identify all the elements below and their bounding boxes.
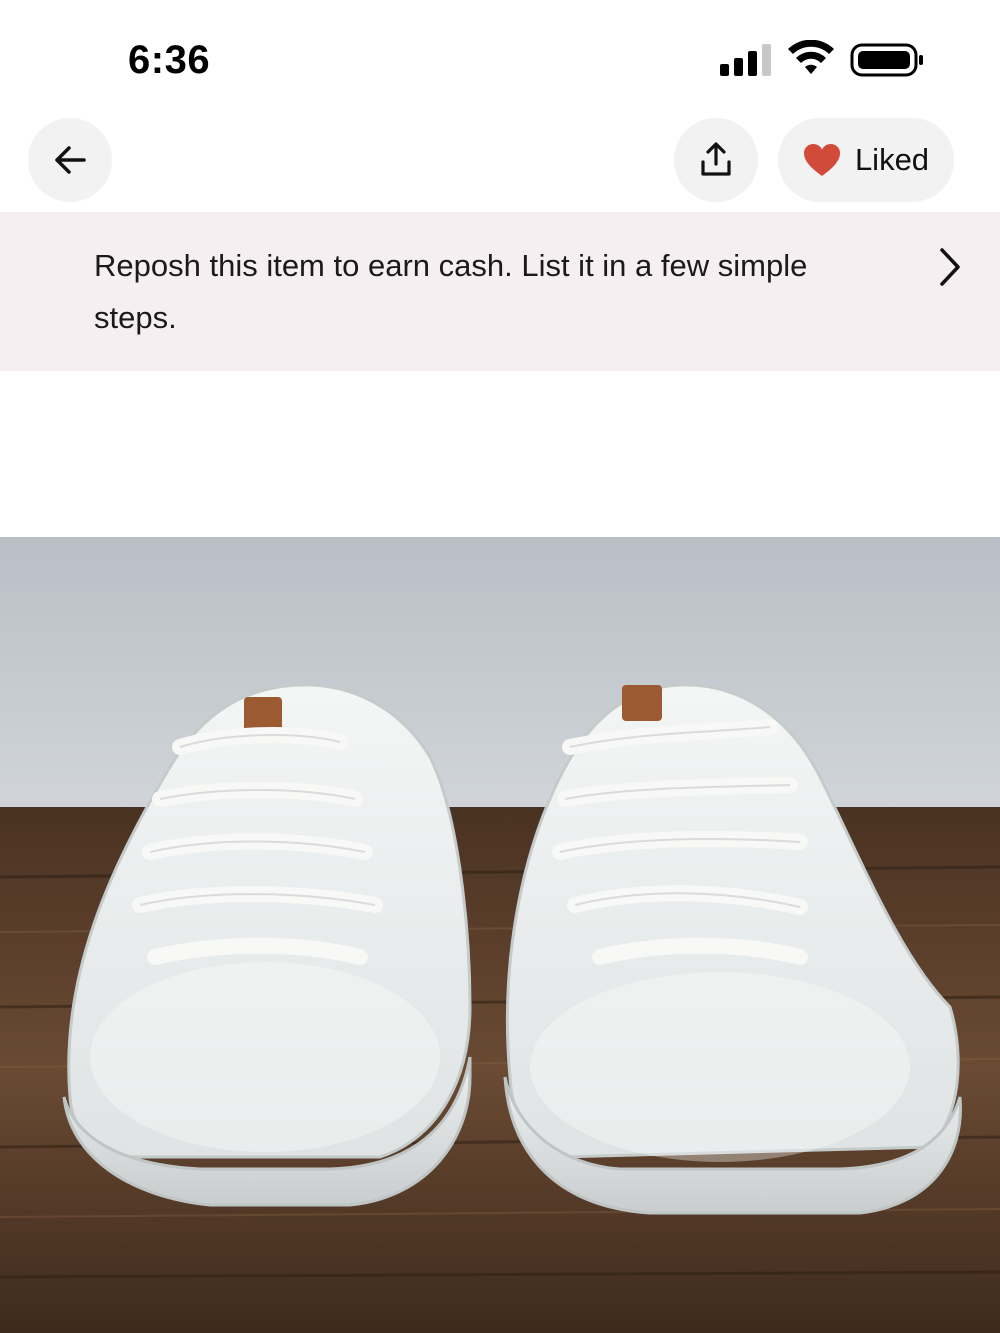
wifi-icon [788, 40, 834, 74]
cellular-signal-icon [720, 44, 771, 76]
liked-label: Liked [854, 142, 930, 177]
status-bar: 6:36 [0, 0, 1000, 110]
product-image[interactable] [0, 537, 1000, 1333]
back-button[interactable] [28, 118, 112, 202]
heart-icon [803, 144, 840, 176]
share-button[interactable] [674, 118, 758, 202]
top-nav: Liked [0, 118, 1000, 204]
chevron-right-icon [940, 248, 960, 286]
liked-button[interactable]: Liked [778, 118, 954, 202]
battery-icon [850, 43, 923, 77]
repost-banner[interactable]: Reposh this item to earn cash. List it i… [0, 212, 1000, 371]
arrow-left-icon [55, 146, 86, 174]
status-time: 6:36 [128, 38, 211, 82]
share-upload-icon [701, 142, 731, 176]
banner-text: Reposh this item to earn cash. List it i… [94, 248, 808, 335]
sneakers-photo [0, 537, 1000, 1333]
